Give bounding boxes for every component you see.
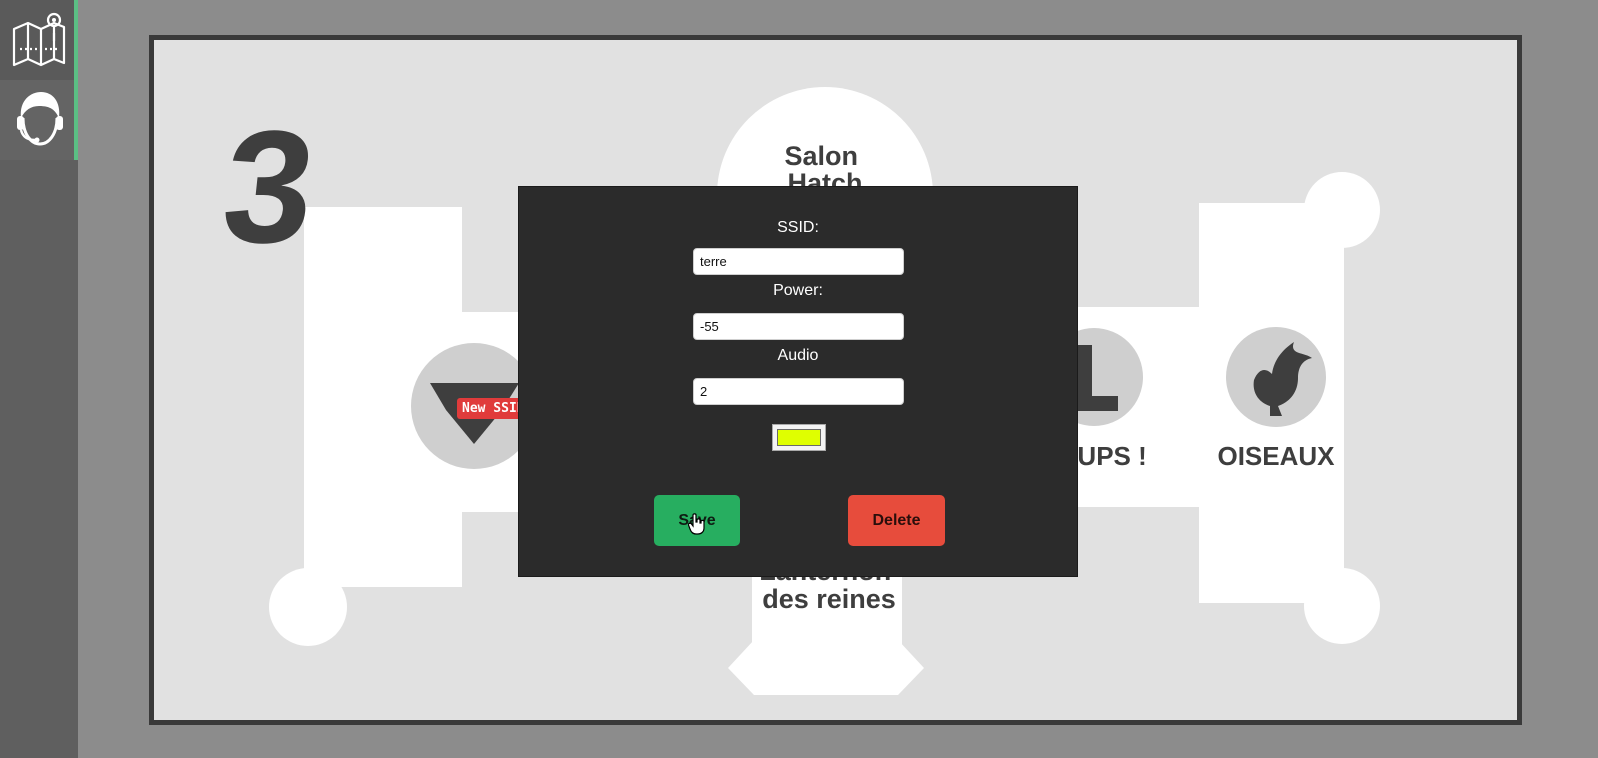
sidebar: [0, 0, 78, 758]
color-picker[interactable]: [772, 424, 826, 451]
floor-number: 3: [215, 97, 323, 276]
ssid-edit-dialog: SSID: Power: Audio Save Delete: [518, 186, 1078, 577]
sidebar-item-map[interactable]: [0, 0, 78, 80]
headset-agent-icon: [17, 92, 63, 146]
power-input[interactable]: [693, 313, 904, 340]
room-label-oiseaux: OISEAUX: [1217, 441, 1335, 471]
color-picker-fill: [777, 429, 821, 446]
sidebar-item-support[interactable]: [0, 80, 78, 160]
audio-input[interactable]: [693, 378, 904, 405]
sidebar-active-indicator: [74, 0, 78, 160]
power-label: Power:: [773, 282, 823, 299]
room-label-lanternon-line2: des reines: [762, 584, 896, 614]
save-button[interactable]: Save: [654, 495, 740, 546]
audio-label: Audio: [777, 347, 819, 364]
ssid-input[interactable]: [693, 248, 904, 275]
delete-button[interactable]: Delete: [848, 495, 945, 546]
room-label-salon-line1: Salon: [784, 141, 858, 171]
map-pin-icon: [12, 12, 66, 67]
ssid-label: SSID:: [777, 219, 819, 236]
